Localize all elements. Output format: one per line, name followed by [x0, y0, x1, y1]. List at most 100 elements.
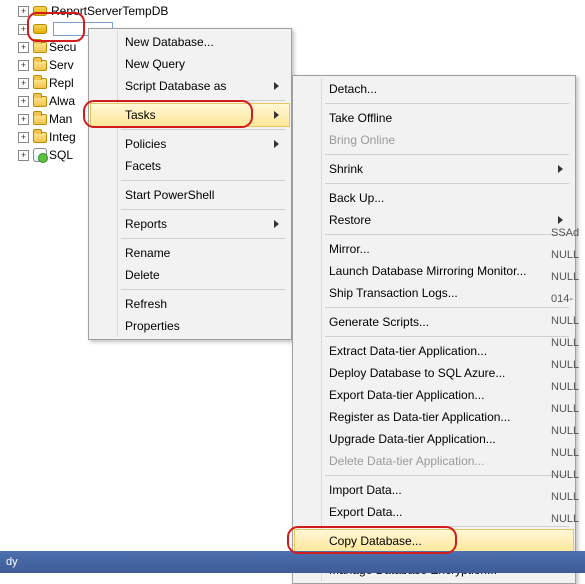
- grid-cell-fragment: NULL: [551, 310, 585, 332]
- grid-cell-fragment: NULL: [551, 464, 585, 486]
- folder-icon: [33, 96, 47, 107]
- menu-item-label: Upgrade Data-tier Application...: [329, 432, 496, 446]
- menu-separator: [121, 129, 285, 130]
- db-menu-item-reports[interactable]: Reports: [91, 213, 289, 235]
- tasks-menu-item-launch-database-mirroring-monitor[interactable]: Launch Database Mirroring Monitor...: [295, 260, 573, 282]
- menu-item-label: Deploy Database to SQL Azure...: [329, 366, 505, 380]
- tasks-menu-item-upgrade-data-tier-application[interactable]: Upgrade Data-tier Application...: [295, 428, 573, 450]
- menu-separator: [325, 183, 569, 184]
- db-menu-item-delete[interactable]: Delete: [91, 264, 289, 286]
- tasks-menu-item-ship-transaction-logs[interactable]: Ship Transaction Logs...: [295, 282, 573, 304]
- menu-separator: [325, 475, 569, 476]
- menu-separator: [325, 103, 569, 104]
- expander-icon[interactable]: +: [18, 60, 29, 71]
- menu-item-label: Rename: [125, 246, 170, 260]
- expander-icon[interactable]: +: [18, 96, 29, 107]
- menu-item-label: Delete Data-tier Application...: [329, 454, 484, 468]
- grid-cell-fragment: NULL: [551, 486, 585, 508]
- menu-separator: [325, 336, 569, 337]
- menu-item-label: New Database...: [125, 35, 214, 49]
- tree-item-label: Man: [49, 110, 72, 128]
- tasks-menu-item-mirror[interactable]: Mirror...: [295, 238, 573, 260]
- menu-item-label: Mirror...: [329, 242, 370, 256]
- tree-item-label: SQL: [49, 146, 73, 164]
- menu-separator: [121, 238, 285, 239]
- db-menu-item-start-powershell[interactable]: Start PowerShell: [91, 184, 289, 206]
- db-menu-item-tasks[interactable]: Tasks: [91, 104, 289, 126]
- db-menu-item-facets[interactable]: Facets: [91, 155, 289, 177]
- db-menu-item-new-database[interactable]: New Database...: [91, 31, 289, 53]
- grid-cell-fragment: NULL: [551, 420, 585, 442]
- tasks-menu-item-deploy-database-to-sql-azure[interactable]: Deploy Database to SQL Azure...: [295, 362, 573, 384]
- tasks-menu-item-delete-data-tier-application: Delete Data-tier Application...: [295, 450, 573, 472]
- tree-item[interactable]: +ReportServerTempDB: [18, 2, 168, 20]
- db-menu-item-properties[interactable]: Properties: [91, 315, 289, 337]
- tasks-menu-item-restore[interactable]: Restore: [295, 209, 573, 231]
- expander-icon[interactable]: +: [18, 78, 29, 89]
- grid-cell-fragment: NULL: [551, 398, 585, 420]
- tasks-menu-item-take-offline[interactable]: Take Offline: [295, 107, 573, 129]
- tasks-menu-item-shrink[interactable]: Shrink: [295, 158, 573, 180]
- tasks-menu-item-extract-data-tier-application[interactable]: Extract Data-tier Application...: [295, 340, 573, 362]
- status-text: dy: [6, 556, 18, 568]
- tasks-menu-item-generate-scripts[interactable]: Generate Scripts...: [295, 311, 573, 333]
- status-bar: dy: [0, 551, 585, 573]
- menu-item-label: Copy Database...: [329, 534, 422, 548]
- grid-cell-fragment: NULL: [551, 332, 585, 354]
- expander-icon[interactable]: +: [18, 42, 29, 53]
- menu-item-label: Reports: [125, 217, 167, 231]
- menu-item-label: Facets: [125, 159, 161, 173]
- database-context-menu: New Database... New QueryScript Database …: [88, 28, 292, 340]
- db-menu-item-refresh[interactable]: Refresh: [91, 293, 289, 315]
- sql-agent-icon: [33, 148, 47, 162]
- menu-item-label: Extract Data-tier Application...: [329, 344, 487, 358]
- tasks-menu-item-detach[interactable]: Detach...: [295, 78, 573, 100]
- menu-separator: [121, 180, 285, 181]
- expander-icon[interactable]: +: [18, 24, 29, 35]
- tree-item-label: Integ: [49, 128, 76, 146]
- expander-icon[interactable]: +: [18, 6, 29, 17]
- menu-separator: [121, 209, 285, 210]
- tasks-menu-item-back-up[interactable]: Back Up...: [295, 187, 573, 209]
- grid-cell-fragment: NULL: [551, 244, 585, 266]
- tree-item-label: Repl: [49, 74, 74, 92]
- menu-item-label: Detach...: [329, 82, 377, 96]
- tasks-menu-item-export-data-tier-application[interactable]: Export Data-tier Application...: [295, 384, 573, 406]
- menu-separator: [121, 100, 285, 101]
- expander-icon[interactable]: +: [18, 150, 29, 161]
- db-menu-item-policies[interactable]: Policies: [91, 133, 289, 155]
- tasks-menu-item-import-data[interactable]: Import Data...: [295, 479, 573, 501]
- tree-item-label: Serv: [49, 56, 74, 74]
- db-menu-item-new-query[interactable]: New Query: [91, 53, 289, 75]
- menu-item-label: Tasks: [125, 108, 156, 122]
- menu-item-label: Refresh: [125, 297, 167, 311]
- db-menu-item-rename[interactable]: Rename: [91, 242, 289, 264]
- tasks-menu-item-export-data[interactable]: Export Data...: [295, 501, 573, 523]
- expander-icon[interactable]: +: [18, 114, 29, 125]
- expander-icon[interactable]: +: [18, 132, 29, 143]
- db-menu-item-script-database-as[interactable]: Script Database as: [91, 75, 289, 97]
- menu-item-label: Generate Scripts...: [329, 315, 429, 329]
- menu-item-label: Export Data...: [329, 505, 402, 519]
- grid-cell-fragment: NULL: [551, 442, 585, 464]
- folder-icon: [33, 132, 47, 143]
- menu-item-label: Register as Data-tier Application...: [329, 410, 510, 424]
- tasks-menu-item-register-as-data-tier-application[interactable]: Register as Data-tier Application...: [295, 406, 573, 428]
- tree-item-label: Secu: [49, 38, 76, 56]
- menu-item-label: Import Data...: [329, 483, 402, 497]
- grid-cell-fragment: NULL: [551, 376, 585, 398]
- grid-cell-fragment: SSAd: [551, 222, 585, 244]
- menu-item-label: Policies: [125, 137, 166, 151]
- menu-item-label: Ship Transaction Logs...: [329, 286, 458, 300]
- menu-item-label: Shrink: [329, 162, 363, 176]
- menu-item-label: Delete: [125, 268, 160, 282]
- database-icon: [33, 4, 49, 18]
- folder-icon: [33, 42, 47, 53]
- tasks-menu-item-bring-online: Bring Online: [295, 129, 573, 151]
- menu-item-label: Bring Online: [329, 133, 395, 147]
- folder-icon: [33, 78, 47, 89]
- grid-values-strip: SSAdNULLNULL014-NULLNULLNULLNULLNULLNULL…: [551, 222, 585, 530]
- tasks-menu-item-copy-database[interactable]: Copy Database...: [295, 530, 573, 552]
- menu-item-label: Start PowerShell: [125, 188, 214, 202]
- menu-separator: [325, 526, 569, 527]
